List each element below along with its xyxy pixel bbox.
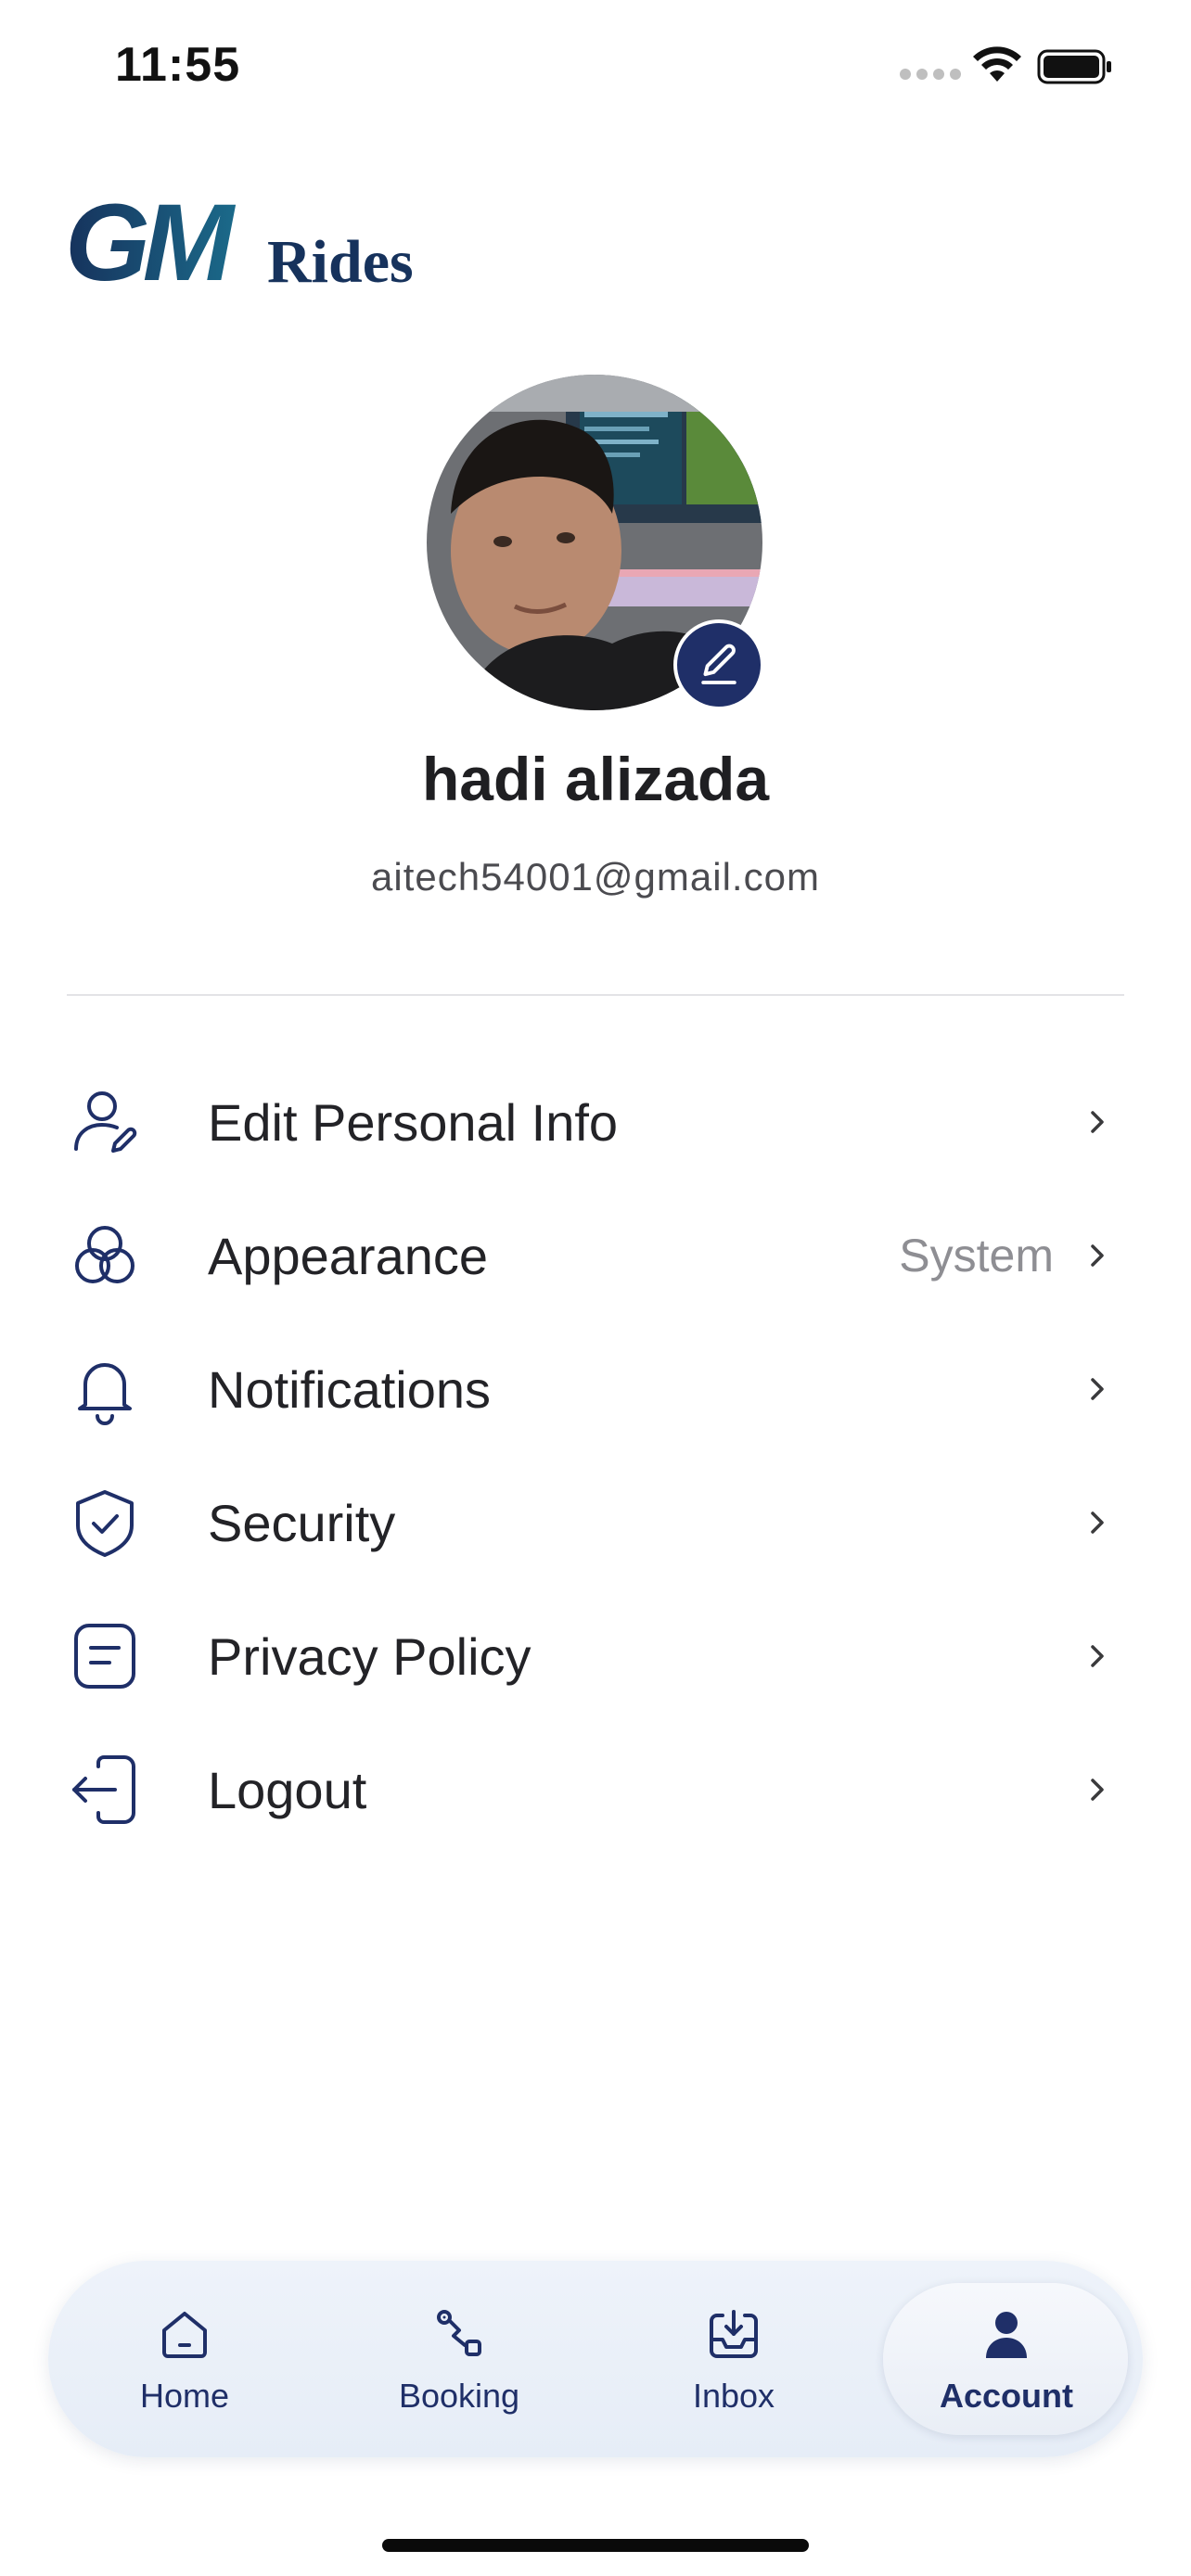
status-time: 11:55 <box>115 38 241 92</box>
document-icon <box>67 1618 143 1694</box>
inbox-icon <box>710 2310 758 2358</box>
home-icon <box>162 2312 207 2358</box>
tab-home[interactable]: Home <box>69 2290 301 2429</box>
menu-item-privacy-policy[interactable]: Privacy Policy <box>67 1600 1124 1712</box>
svg-text:Rides: Rides <box>267 228 414 293</box>
tab-label: Account <box>940 2377 1073 2415</box>
menu-item-edit-personal-info[interactable]: Edit Personal Info <box>67 1066 1124 1178</box>
chevron-right-icon <box>1082 1507 1113 1538</box>
chevron-right-icon <box>1082 1106 1113 1138</box>
gm-rides-logo: GM Rides <box>65 191 455 293</box>
cellular-signal-icon <box>900 69 961 80</box>
tab-label: Inbox <box>692 2377 775 2415</box>
bell-icon <box>67 1351 143 1427</box>
menu-label: Notifications <box>208 1359 492 1419</box>
account-icon <box>986 2312 1027 2358</box>
wifi-icon <box>970 45 1024 85</box>
chevron-right-icon <box>1082 1640 1113 1672</box>
menu-label: Edit Personal Info <box>208 1092 619 1152</box>
profile-email: aitech54001@gmail.com <box>371 855 820 899</box>
palette-circles-icon <box>67 1218 143 1294</box>
shield-check-icon <box>67 1485 143 1561</box>
menu-label: Security <box>208 1493 396 1552</box>
menu-label: Logout <box>208 1760 367 1819</box>
menu-item-security[interactable]: Security <box>67 1467 1124 1578</box>
route-icon <box>437 2310 481 2356</box>
user-edit-icon <box>67 1084 143 1160</box>
chevron-right-icon <box>1082 1373 1113 1405</box>
logout-icon <box>67 1752 143 1828</box>
chevron-right-icon <box>1082 1240 1113 1271</box>
divider <box>67 994 1124 996</box>
pencil-icon <box>701 644 736 684</box>
battery-icon <box>1037 48 1113 85</box>
chevron-right-icon <box>1082 1774 1113 1805</box>
tab-label: Booking <box>398 2377 520 2415</box>
menu-item-logout[interactable]: Logout <box>67 1734 1124 1845</box>
home-indicator <box>382 2539 809 2552</box>
menu-item-notifications[interactable]: Notifications <box>67 1333 1124 1445</box>
edit-avatar-button[interactable] <box>673 619 764 710</box>
tab-label: Home <box>139 2377 230 2415</box>
profile-name: hadi alizada <box>421 745 770 813</box>
tab-inbox[interactable]: Inbox <box>618 2290 850 2429</box>
tab-booking[interactable]: Booking <box>343 2290 575 2429</box>
menu-item-appearance[interactable]: Appearance System <box>67 1200 1124 1311</box>
appearance-value: System <box>899 1230 1054 1282</box>
tab-account[interactable]: Account <box>890 2290 1122 2429</box>
svg-text:GM: GM <box>65 191 237 293</box>
menu-label: Appearance <box>208 1226 489 1285</box>
menu-label: Privacy Policy <box>208 1626 531 1686</box>
